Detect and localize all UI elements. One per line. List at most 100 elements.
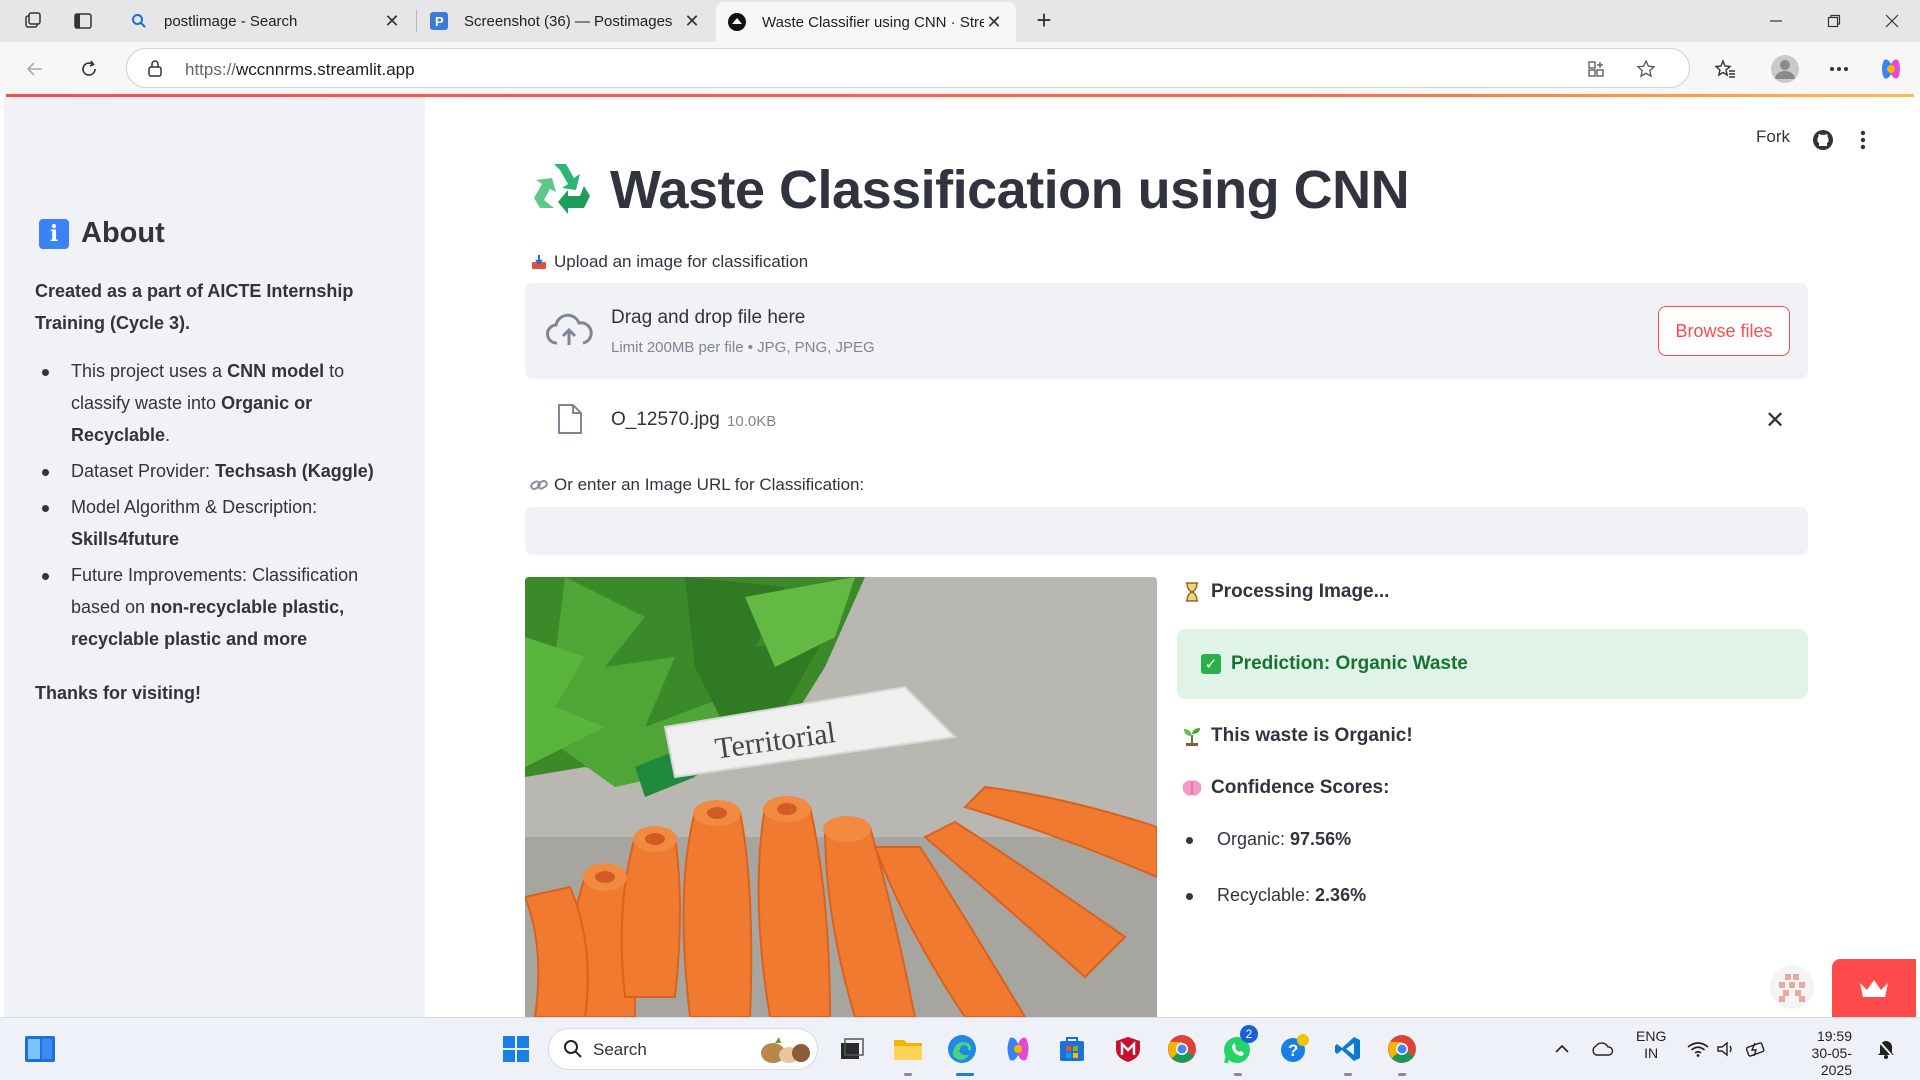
uploaded-file-row: O_12570.jpg 10.0KB ✕ [525,397,1808,445]
new-tab-button[interactable]: + [1031,7,1057,34]
link-icon [528,478,550,492]
start-icon[interactable] [498,1031,534,1067]
streamlit-app: i About Created as a part of AICTE Inter… [4,97,1916,1017]
sidebar-intro: Created as a part of AICTE Internship Tr… [35,281,354,333]
close-tab-icon[interactable]: ✕ [984,12,1004,32]
copilot-app-icon[interactable] [1000,1031,1036,1067]
creator-avatar[interactable] [1770,965,1814,1009]
svg-text:?: ? [1288,1041,1298,1060]
copilot-icon[interactable] [1876,54,1906,84]
app-available-icon[interactable] [1585,58,1607,80]
clock[interactable]: 19:59 30-05-2025 [1784,1028,1852,1079]
confidence-title: Confidence Scores: [1181,777,1389,799]
taskbar-search[interactable]: Search [548,1028,818,1070]
sidebar-title: i About [39,217,165,250]
github-icon[interactable] [1812,125,1834,155]
cloud-upload-icon [545,313,593,354]
list-item: Dataset Provider: Techsash (Kaggle) [35,455,395,487]
search-icon [563,1039,583,1064]
browser-nav-bar: https://wccnnrms.streamlit.app [0,42,1920,94]
sidebar-list: This project uses a CNN model to classif… [35,355,395,659]
organic-message: This waste is Organic! [1181,725,1413,747]
favorite-star-icon[interactable] [1635,58,1657,80]
brain-icon [1181,779,1203,797]
svg-text:P: P [435,14,444,29]
get-help-icon[interactable]: ? [1276,1031,1312,1067]
profile-avatar[interactable] [1768,52,1802,86]
upload-label: Upload an image for classification [528,252,808,272]
windows-taskbar: Search 2 ? ENG IN 19:59 30-05-2025 [0,1017,1920,1080]
file-size: 10.0KB [727,413,777,430]
browser-tab-bar: postlimage - Search ✕ P Screenshot (36) … [0,0,1920,42]
favorites-icon[interactable] [1710,54,1740,84]
organic-score: Organic: 97.56% [1181,829,1351,850]
file-explorer-icon[interactable] [890,1031,926,1067]
prediction-alert: ✓ Prediction: Organic Waste [1177,629,1808,699]
close-window-icon[interactable] [1872,8,1912,34]
search-highlight-icon [757,1035,813,1070]
onedrive-icon[interactable] [1584,1031,1620,1067]
fork-link[interactable]: Fork [1756,127,1790,147]
tab-actions-icon[interactable] [70,8,96,34]
postimages-icon: P [430,12,448,30]
page-title: Waste Classification using CNN [532,159,1410,221]
list-item: This project uses a CNN model to classif… [35,355,395,451]
chrome-profile-icon[interactable] [1384,1031,1420,1067]
recyclable-score: Recyclable: 2.36% [1181,885,1366,906]
tab-title: Waste Classifier using CNN · Strea [762,13,984,31]
dropzone-limits: Limit 200MB per file • JPG, PNG, JPEG [611,339,875,356]
file-icon [557,403,583,440]
back-icon[interactable] [20,54,50,84]
hourglass-icon [1181,582,1203,602]
seedling-icon [1181,726,1203,746]
lock-icon[interactable] [147,59,163,82]
widgets-icon[interactable] [22,1031,58,1067]
microsoft-store-icon[interactable] [1054,1031,1090,1067]
list-item: Future Improvements: Classification base… [35,559,395,655]
tab-waste-classifier[interactable]: Waste Classifier using CNN · Strea ✕ [716,2,1016,42]
chrome-icon[interactable] [1164,1031,1200,1067]
language-indicator[interactable]: ENG IN [1636,1028,1666,1062]
edge-icon[interactable] [944,1031,980,1067]
tab-title: Screenshot (36) — Postimages [464,12,673,30]
file-name: O_12570.jpg [611,409,720,430]
sidebar-thanks: Thanks for visiting! [35,683,202,703]
processing-status: Processing Image... [1181,581,1389,603]
refresh-icon[interactable] [74,54,104,84]
streamlit-icon [728,13,746,31]
minimize-icon[interactable] [1756,8,1796,34]
sidebar: i About Created as a part of AICTE Inter… [4,97,425,1017]
file-dropzone[interactable]: Drag and drop file here Limit 200MB per … [525,283,1808,379]
vscode-icon[interactable] [1330,1031,1366,1067]
inbox-tray-icon [528,254,550,270]
close-tab-icon[interactable]: ✕ [682,11,702,31]
mcafee-icon[interactable] [1110,1031,1146,1067]
list-item: Model Algorithm & Description: Skills4fu… [35,491,395,555]
more-options-icon[interactable] [1824,54,1854,84]
remove-file-icon[interactable]: ✕ [1765,409,1785,433]
workspaces-icon[interactable] [20,8,46,34]
streamlit-crown-button[interactable] [1832,959,1916,1017]
notifications-bell-icon[interactable] [1868,1031,1904,1067]
image-url-input[interactable] [525,507,1808,555]
main-menu-icon[interactable] [1860,125,1866,155]
recycle-icon [532,160,592,221]
notification-badge: 2 [1240,1025,1258,1043]
restore-icon[interactable] [1814,8,1854,34]
uploaded-image-preview: Territorial [525,577,1157,1017]
dropzone-title: Drag and drop file here [611,307,806,328]
tab-search[interactable]: postlimage - Search ✕ [118,4,414,38]
show-hidden-icons-chevron[interactable] [1544,1031,1580,1067]
tab-postimages[interactable]: P Screenshot (36) — Postimages ✕ [418,4,714,38]
url-label: Or enter an Image URL for Classification… [528,475,864,495]
tab-title: postlimage - Search [164,12,298,30]
battery-icon[interactable] [1738,1031,1774,1067]
whatsapp-icon[interactable]: 2 [1220,1025,1258,1067]
search-icon [130,12,148,30]
task-view-icon[interactable] [834,1031,870,1067]
check-mark-icon: ✓ [1201,654,1221,674]
browse-files-button[interactable]: Browse files [1658,306,1790,356]
info-icon: i [39,218,69,249]
address-bar[interactable]: https://wccnnrms.streamlit.app [126,48,1690,88]
close-tab-icon[interactable]: ✕ [382,11,402,31]
